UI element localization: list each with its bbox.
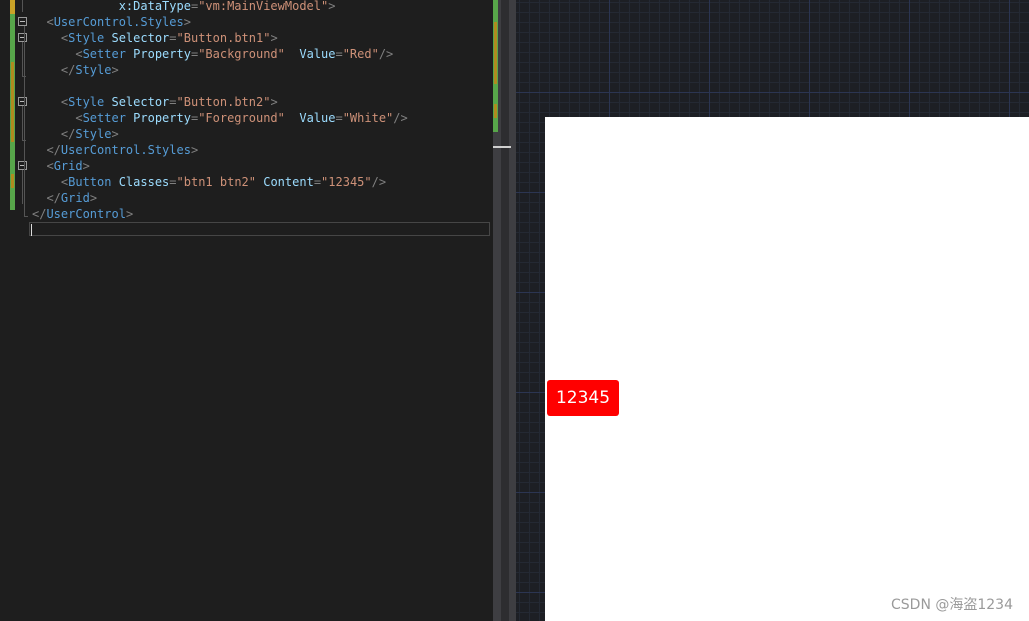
code-token: Button (68, 175, 119, 189)
code-token: = (335, 47, 343, 61)
code-token: > (125, 207, 134, 221)
code-token: Value (299, 47, 336, 61)
code-token: Style (68, 31, 112, 45)
code-token: "vm:MainViewModel" (198, 0, 329, 13)
code-line: </Grid> (32, 190, 97, 206)
code-token: Content (263, 175, 314, 189)
code-line: <Grid> (32, 158, 90, 174)
code-token: "Button.btn2" (176, 95, 271, 109)
code-token: > (328, 0, 336, 13)
code-token: "Button.btn1" (176, 31, 271, 45)
code-token: Selector (111, 31, 170, 45)
code-token: /> (371, 175, 387, 189)
code-token: Property (133, 47, 191, 61)
current-line-highlight (29, 222, 490, 236)
code-token: = (169, 31, 177, 45)
code-line: <UserControl.Styles> (32, 14, 191, 30)
code-token: Style (75, 127, 112, 141)
code-token: "Foreground" (198, 111, 285, 125)
code-line: <Style Selector="Button.btn2"> (32, 94, 278, 110)
code-line: </Style> (32, 126, 119, 142)
code-line: </UserControl> (32, 206, 133, 222)
code-token: > (183, 15, 191, 29)
code-token: < (32, 95, 69, 109)
code-token: < (32, 111, 83, 125)
code-line: x:DataType="vm:MainViewModel"> (32, 0, 336, 14)
code-token: x:DataType (118, 0, 191, 13)
code-token: > (270, 31, 278, 45)
scrollbar-markers (493, 0, 501, 140)
change-margin (10, 0, 16, 210)
code-token: < (32, 159, 54, 173)
code-token: Style (68, 95, 112, 109)
code-token: = (169, 95, 177, 109)
code-token: Selector (111, 95, 170, 109)
text-caret (31, 224, 32, 236)
code-token: > (89, 191, 98, 205)
code-line: <Style Selector="Button.btn1"> (32, 30, 278, 46)
code-line: <Setter Property="Background" Value="Red… (32, 46, 393, 62)
code-token: "Red" (342, 47, 379, 61)
code-token: Setter (82, 111, 134, 125)
code-token: < (32, 175, 69, 189)
code-token: </ (32, 191, 61, 205)
code-token: UserControl (46, 207, 126, 221)
code-token: < (32, 47, 83, 61)
code-token: UserControl.Styles (53, 15, 184, 29)
fold-toggle-icon[interactable] (18, 161, 27, 170)
code-token: > (111, 63, 119, 77)
code-token: Value (299, 111, 336, 125)
code-token: = (335, 111, 343, 125)
code-token: </ (32, 143, 61, 157)
code-token: > (82, 159, 90, 173)
code-token: > (270, 95, 278, 109)
code-token: "Background" (198, 47, 285, 61)
code-token: "White" (342, 111, 394, 125)
preview-canvas (545, 117, 1029, 621)
code-token: > (190, 143, 199, 157)
code-line: </Style> (32, 62, 119, 78)
code-token: Style (75, 63, 112, 77)
code-token: = (169, 175, 177, 189)
editor-vertical-scrollbar[interactable] (493, 0, 501, 621)
code-editor[interactable]: x:DataType="vm:MainViewModel"> <UserCont… (0, 0, 493, 621)
code-token: Classes (118, 175, 170, 189)
code-token: "btn1 btn2" (176, 175, 256, 189)
splitter-grip[interactable] (509, 0, 516, 621)
code-token: Property (133, 111, 191, 125)
code-token: > (111, 127, 119, 141)
splitter-handle[interactable] (493, 146, 511, 148)
code-token: < (32, 31, 69, 45)
code-token: /> (393, 111, 408, 125)
code-line: <Setter Property="Foreground" Value="Whi… (32, 110, 408, 126)
code-token: </ (32, 63, 76, 77)
code-token: Setter (82, 47, 134, 61)
fold-toggle-icon[interactable] (18, 33, 27, 42)
preview-button-12345[interactable]: 12345 (547, 380, 619, 416)
code-token: Grid (60, 191, 90, 205)
code-token: Grid (53, 159, 83, 173)
code-token: /> (378, 47, 394, 61)
code-token: UserControl.Styles (60, 143, 191, 157)
code-line: </UserControl.Styles> (32, 142, 198, 158)
watermark: CSDN @海盗1234 (891, 597, 1013, 613)
code-token: < (32, 15, 54, 29)
code-token: "12345" (321, 175, 372, 189)
code-line: <Button Classes="btn1 btn2" Content="123… (32, 174, 386, 190)
fold-toggle-icon[interactable] (18, 97, 27, 106)
code-token: </ (32, 207, 47, 221)
code-token: </ (32, 127, 76, 141)
code-token: = (313, 175, 322, 189)
fold-toggle-icon[interactable] (18, 17, 27, 26)
